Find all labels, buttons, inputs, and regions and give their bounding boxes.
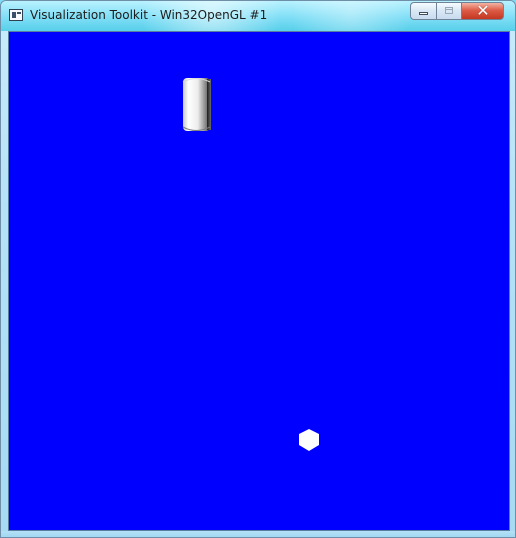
close-icon: ✕ (476, 1, 490, 20)
close-button[interactable]: ✕ (461, 2, 504, 20)
hexagon-shape (299, 429, 319, 451)
maximize-button[interactable] (436, 2, 461, 20)
cylinder-shape (182, 78, 211, 131)
application-window: Visualization Toolkit - Win32OpenGL #1 ✕ (0, 0, 516, 538)
window-title: Visualization Toolkit - Win32OpenGL #1 (30, 8, 268, 22)
minimize-icon (419, 12, 428, 15)
render-window[interactable] (8, 31, 510, 531)
title-bar[interactable]: Visualization Toolkit - Win32OpenGL #1 ✕ (1, 1, 515, 31)
minimize-button[interactable] (410, 2, 436, 20)
maximize-icon (445, 7, 453, 14)
render-scene[interactable] (9, 32, 509, 530)
window-controls: ✕ (410, 2, 504, 20)
app-icon[interactable] (9, 9, 23, 21)
window-bottom-frame (1, 531, 515, 537)
